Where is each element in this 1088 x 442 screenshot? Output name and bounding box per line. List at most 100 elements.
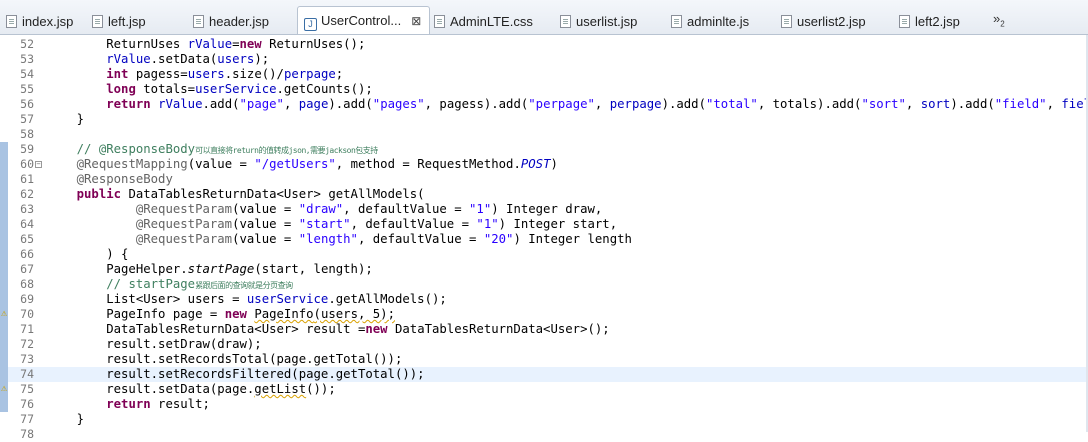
- change-ruler-marker: [0, 247, 8, 262]
- more-tabs-chevron-icon[interactable]: »2: [993, 11, 1005, 29]
- code-line[interactable]: ⚠ 75 result.setData(page.getList());: [0, 382, 1088, 397]
- code-token: , defaultValue =: [350, 217, 477, 231]
- code-line[interactable]: 78: [0, 427, 1088, 442]
- code-line[interactable]: 73 result.setRecordsTotal(page.getTotal(…: [0, 352, 1088, 367]
- code-line[interactable]: 72 result.setDraw(draw);: [0, 337, 1088, 352]
- line-number: 54: [20, 67, 34, 81]
- code-line[interactable]: 67 PageHelper.startPage(start, length);: [0, 262, 1088, 277]
- change-ruler-marker: [0, 337, 8, 352]
- code-line[interactable]: 66 ) {: [0, 247, 1088, 262]
- code-token: (value =: [232, 202, 299, 216]
- code-text: return rValue.add("page", page).add("pag…: [47, 97, 1088, 112]
- tab-adminlte-css[interactable]: AdminLTE.css: [434, 9, 533, 34]
- code-token: rValue: [106, 52, 151, 66]
- code-token: .setData(: [150, 52, 218, 66]
- code-token: ): [550, 157, 558, 171]
- line-number: 75: [20, 382, 34, 396]
- code-text: }: [47, 412, 84, 427]
- jsp-file-icon: [899, 15, 910, 28]
- tab-left2-jsp[interactable]: left2.jsp: [899, 9, 960, 34]
- change-ruler-marker: [0, 352, 8, 367]
- code-line[interactable]: 57 }: [0, 112, 1088, 127]
- code-token: PageInfo page =: [47, 307, 225, 321]
- line-number: 67: [20, 262, 34, 276]
- code-token: userService: [246, 292, 329, 306]
- code-token: "field": [994, 97, 1047, 111]
- code-token: ) Integer length: [513, 232, 632, 246]
- code-line[interactable]: 63 @RequestParam(value = "draw", default…: [0, 202, 1088, 217]
- code-token: @RequestMapping: [76, 157, 188, 171]
- line-number: 69: [20, 292, 34, 306]
- change-ruler-marker: [0, 412, 8, 427]
- code-token: return: [106, 97, 151, 111]
- code-line[interactable]: ⚠ 70 PageInfo page = new PageInfo(users, …: [0, 307, 1088, 322]
- code-line[interactable]: 71 DataTablesReturnData<User> result =ne…: [0, 322, 1088, 337]
- code-token: // @ResponseBody: [76, 142, 196, 156]
- tab-userlist2-jsp[interactable]: userlist2.jsp: [781, 9, 866, 34]
- code-token: .getAllModels();: [328, 292, 447, 306]
- code-line[interactable]: 65 @RequestParam(value = "length", defau…: [0, 232, 1088, 247]
- line-number: 64: [20, 217, 34, 231]
- code-token: users: [187, 67, 225, 81]
- change-ruler-marker: [0, 232, 8, 247]
- code-token: int: [106, 67, 129, 81]
- tab-left-jsp[interactable]: left.jsp: [92, 9, 146, 34]
- code-line[interactable]: 58: [0, 127, 1088, 142]
- tab-adminlte-js[interactable]: adminlte.js: [671, 9, 749, 34]
- code-line[interactable]: 77 }: [0, 412, 1088, 427]
- code-line[interactable]: 61 @ResponseBody: [0, 172, 1088, 187]
- line-number: 68: [20, 277, 34, 291]
- code-text: PageHelper.startPage(start, length);: [47, 262, 373, 277]
- code-line[interactable]: 69 List<User> users = userService.getAll…: [0, 292, 1088, 307]
- code-line[interactable]: 53 rValue.setData(users);: [0, 52, 1088, 67]
- code-line[interactable]: 62 public DataTablesReturnData<User> get…: [0, 187, 1088, 202]
- line-number: 59: [20, 142, 34, 156]
- code-token: userService: [195, 82, 277, 96]
- line-number: 70: [20, 307, 34, 321]
- code-token: result;: [150, 397, 210, 411]
- code-token: rValue: [158, 97, 203, 111]
- code-line[interactable]: 64 @RequestParam(value = "start", defaul…: [0, 217, 1088, 232]
- line-number: 77: [20, 412, 34, 426]
- js-file-icon: [671, 15, 682, 28]
- tab-index-jsp[interactable]: index.jsp: [6, 9, 73, 34]
- code-token: result.setRecordsTotal(page.getTotal());: [47, 352, 403, 366]
- code-text: return result;: [47, 397, 210, 412]
- code-token: PageHelper.: [47, 262, 188, 276]
- tab-usercontroller[interactable]: J UserControl... ⊠: [297, 6, 431, 34]
- code-line[interactable]: 52 ReturnUses rValue=new ReturnUses();: [0, 37, 1088, 52]
- code-line[interactable]: 54 int pagess=users.size()/perpage;: [0, 67, 1088, 82]
- code-line[interactable]: 76 return result;: [0, 397, 1088, 412]
- code-line[interactable]: 59 // @ResponseBody可以直接将return的值转成json,需…: [0, 142, 1088, 157]
- change-ruler-marker: [0, 112, 8, 127]
- code-text: ReturnUses rValue=new ReturnUses();: [47, 37, 365, 52]
- code-line[interactable]: 68 // startPage紧跟后面的查询就是分页查询: [0, 277, 1088, 292]
- tab-header-jsp[interactable]: header.jsp: [193, 9, 269, 34]
- code-token: "1": [476, 217, 499, 231]
- code-token: "page": [239, 97, 284, 111]
- code-token: ReturnUses();: [261, 37, 366, 51]
- jsp-file-icon: [193, 15, 204, 28]
- code-token: new: [224, 307, 247, 321]
- code-line[interactable]: 60− @RequestMapping(value = "/getUsers",…: [0, 157, 1088, 172]
- java-code-editor[interactable]: 52 ReturnUses rValue=new ReturnUses(); 53…: [0, 35, 1088, 441]
- tab-userlist-jsp[interactable]: userlist.jsp: [560, 9, 637, 34]
- fold-toggle-icon[interactable]: −: [35, 161, 42, 168]
- change-ruler-marker: [0, 397, 8, 412]
- code-text: result.setRecordsTotal(page.getTotal());: [47, 352, 402, 367]
- code-token: result.setData(page.: [47, 382, 255, 396]
- code-line[interactable]: 74 result.setRecordsFiltered(page.getTot…: [0, 367, 1088, 382]
- change-ruler-marker: [0, 52, 8, 67]
- code-line[interactable]: 55 long totals=userService.getCounts();: [0, 82, 1088, 97]
- line-number: 56: [20, 97, 34, 111]
- code-token: , defaultValue =: [343, 202, 470, 216]
- code-line[interactable]: 56 return rValue.add("page", page).add("…: [0, 97, 1088, 112]
- close-tab-icon[interactable]: ⊠: [411, 14, 421, 28]
